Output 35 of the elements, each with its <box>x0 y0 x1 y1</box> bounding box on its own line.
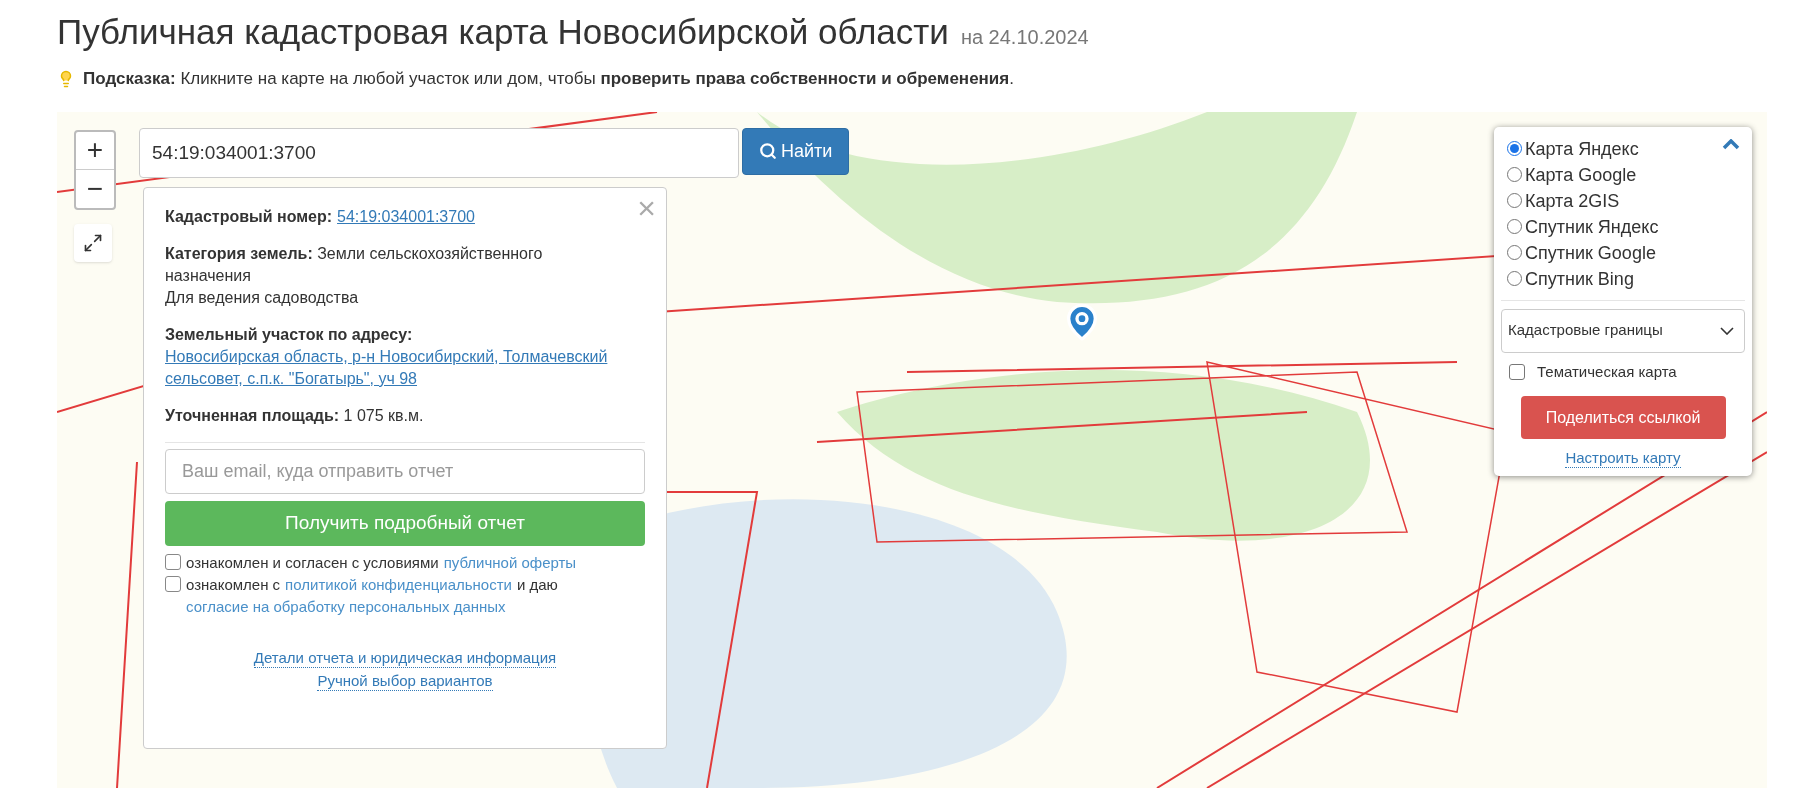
consent-text: и даю <box>516 574 558 595</box>
search-button[interactable]: Найти <box>742 127 850 175</box>
thematic-label: Тематическая карта <box>1537 361 1677 382</box>
layer-option[interactable]: Карта Яндекс <box>1501 135 1745 162</box>
report-button[interactable]: Получить подробный отчет <box>165 500 645 546</box>
field-label: Кадастровый номер: <box>165 206 333 227</box>
consent-link[interactable]: политикой конфиденциальности <box>285 573 512 596</box>
zoom-out-button[interactable]: − <box>76 169 114 208</box>
settings-link[interactable]: Настроить карту <box>1565 449 1681 468</box>
field-note: Для ведения садоводства <box>165 287 360 308</box>
consent-text: ознакомлен с <box>186 574 281 595</box>
email-field[interactable]: Ваш email, куда отправить отчет <box>165 448 645 494</box>
field-link[interactable]: Новосибирская область, р-н Новосибирский, Толмачевский сельсовет, с.п.к. "Богатырь", уч 98 <box>165 345 629 390</box>
layer-option[interactable]: Спутник Bing <box>1501 265 1745 292</box>
layer-option[interactable]: Спутник Яндекс <box>1501 213 1745 240</box>
consent-link[interactable]: публичной оферты <box>443 551 577 574</box>
update-date: на 24.10.2024 <box>960 25 1089 50</box>
layer-option[interactable]: Карта Google <box>1501 161 1745 188</box>
info-link[interactable]: Детали отчета и юридическая информация <box>253 647 557 668</box>
consent-text: ознакомлен и согласен с условиями <box>186 552 439 573</box>
field-link[interactable]: 54:19:034001:3700 <box>337 205 475 228</box>
page-title: Публичная кадастровая карта Новосибирской области <box>57 11 949 53</box>
consent-link[interactable]: согласие на обработку персональных данных <box>186 595 506 618</box>
hint-text: Подсказка: Кликните на карте на любой участок или дом, чтобы проверить права собственности и обременения. <box>83 68 1014 90</box>
layer-option[interactable]: Карта 2GIS <box>1501 187 1745 214</box>
share-button[interactable]: Поделиться ссылкой <box>1520 396 1726 439</box>
overlay-select[interactable]: Кадастровые границы <box>1501 308 1745 353</box>
close-button[interactable]: × <box>637 187 656 228</box>
layer-option[interactable]: Спутник Google <box>1501 239 1745 266</box>
info-link[interactable]: Ручной выбор вариантов <box>317 670 493 691</box>
zoom-in-button[interactable]: + <box>76 131 114 170</box>
field-text: Категория земель: Земли сельскохозяйственного назначения <box>165 243 544 286</box>
field-text: Уточненная площадь: 1 075 кв.м. <box>165 405 425 426</box>
search-field[interactable]: 54:19:034001:3700 <box>139 127 739 178</box>
field-label: Земельный участок по адресу: <box>165 324 413 345</box>
